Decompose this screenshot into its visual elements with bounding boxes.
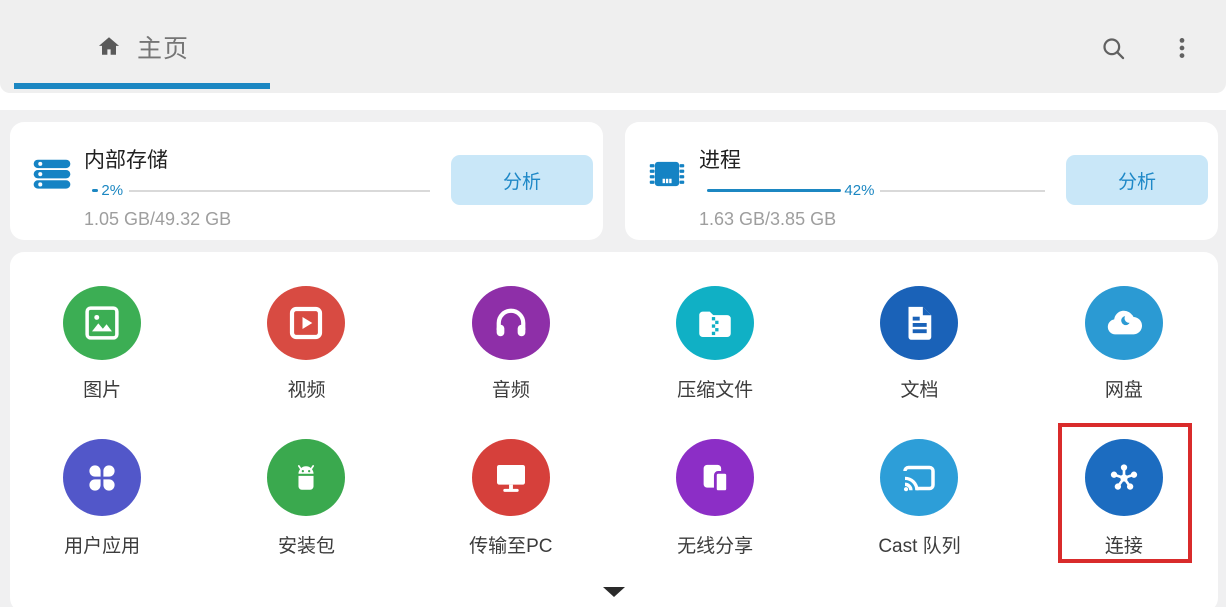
cast-queue-icon: [880, 439, 958, 516]
search-icon[interactable]: [1093, 28, 1133, 68]
card-title: 进程: [699, 148, 1066, 174]
grid-item-user-apps[interactable]: 用户应用: [0, 402, 204, 558]
tab-home[interactable]: 主页: [14, 0, 270, 93]
active-tab-indicator: [14, 83, 270, 89]
grid-item-audio[interactable]: 音频: [409, 252, 613, 402]
process-usage: 1.63 GB/3.85 GB: [699, 209, 1066, 230]
grid-item-video[interactable]: 视频: [204, 252, 408, 402]
grid-item-label: 用户应用: [64, 531, 140, 558]
grid-item-archive[interactable]: 压缩文件: [613, 252, 817, 402]
cpu-icon: [645, 150, 689, 198]
chevron-down-icon[interactable]: [602, 584, 626, 600]
home-icon: [95, 33, 123, 61]
grid-item-cast-queue[interactable]: Cast 队列: [817, 402, 1021, 558]
grid-item-label: 安装包: [278, 531, 335, 558]
grid-item-transfer-to-pc[interactable]: 传输至PC: [409, 402, 613, 558]
grid-item-apk[interactable]: 安装包: [204, 402, 408, 558]
grid-item-label: 网盘: [1105, 375, 1143, 402]
wireless-share-icon: [676, 439, 754, 516]
grid-item-connect[interactable]: 连接: [1022, 402, 1226, 558]
apk-icon: [267, 439, 345, 516]
grid-item-document[interactable]: 文档: [817, 252, 1021, 402]
overflow-menu-icon[interactable]: [1162, 28, 1202, 68]
card-title: 内部存储: [84, 148, 451, 174]
process-card[interactable]: 进程 42% 1.63 GB/3.85 GB 分析: [625, 122, 1218, 240]
grid-item-label: 连接: [1105, 531, 1143, 558]
grid-item-label: 视频: [287, 375, 325, 402]
internal-storage-card[interactable]: 内部存储 2% 1.05 GB/49.32 GB 分析: [10, 122, 603, 240]
grid-item-label: 图片: [83, 375, 121, 402]
grid-item-pictures[interactable]: 图片: [0, 252, 204, 402]
cloud-drive-icon: [1085, 286, 1163, 360]
category-grid: 图片 视频 音频 压缩文件 文档 网盘用户应用 安装包 传输至PC 无线分享 Cast 队列 连接: [0, 252, 1226, 558]
grid-item-cloud-drive[interactable]: 网盘: [1022, 252, 1226, 402]
storage-progress-bar: 2%: [92, 182, 430, 199]
grid-item-label: 文档: [900, 375, 938, 402]
transfer-to-pc-icon: [472, 439, 550, 516]
process-progress-bar: 42%: [707, 182, 1045, 199]
process-percent: 42%: [844, 182, 874, 199]
video-icon: [267, 286, 345, 360]
storage-usage: 1.05 GB/49.32 GB: [84, 209, 451, 230]
grid-item-label: 无线分享: [677, 531, 753, 558]
grid-item-wireless-share[interactable]: 无线分享: [613, 402, 817, 558]
archive-icon: [676, 286, 754, 360]
grid-item-label: Cast 队列: [878, 531, 960, 558]
user-apps-icon: [63, 439, 141, 516]
document-icon: [880, 286, 958, 360]
pictures-icon: [63, 286, 141, 360]
top-bar: 主页: [0, 0, 1226, 93]
tab-home-label: 主页: [137, 29, 189, 65]
grid-item-label: 传输至PC: [469, 531, 552, 558]
grid-item-label: 音频: [492, 375, 530, 402]
analyze-button[interactable]: 分析: [451, 155, 593, 205]
storage-icon: [30, 150, 74, 198]
storage-percent: 2%: [101, 182, 123, 199]
audio-icon: [472, 286, 550, 360]
grid-item-label: 压缩文件: [677, 375, 753, 402]
connect-icon: [1085, 439, 1163, 516]
analyze-button[interactable]: 分析: [1066, 155, 1208, 205]
